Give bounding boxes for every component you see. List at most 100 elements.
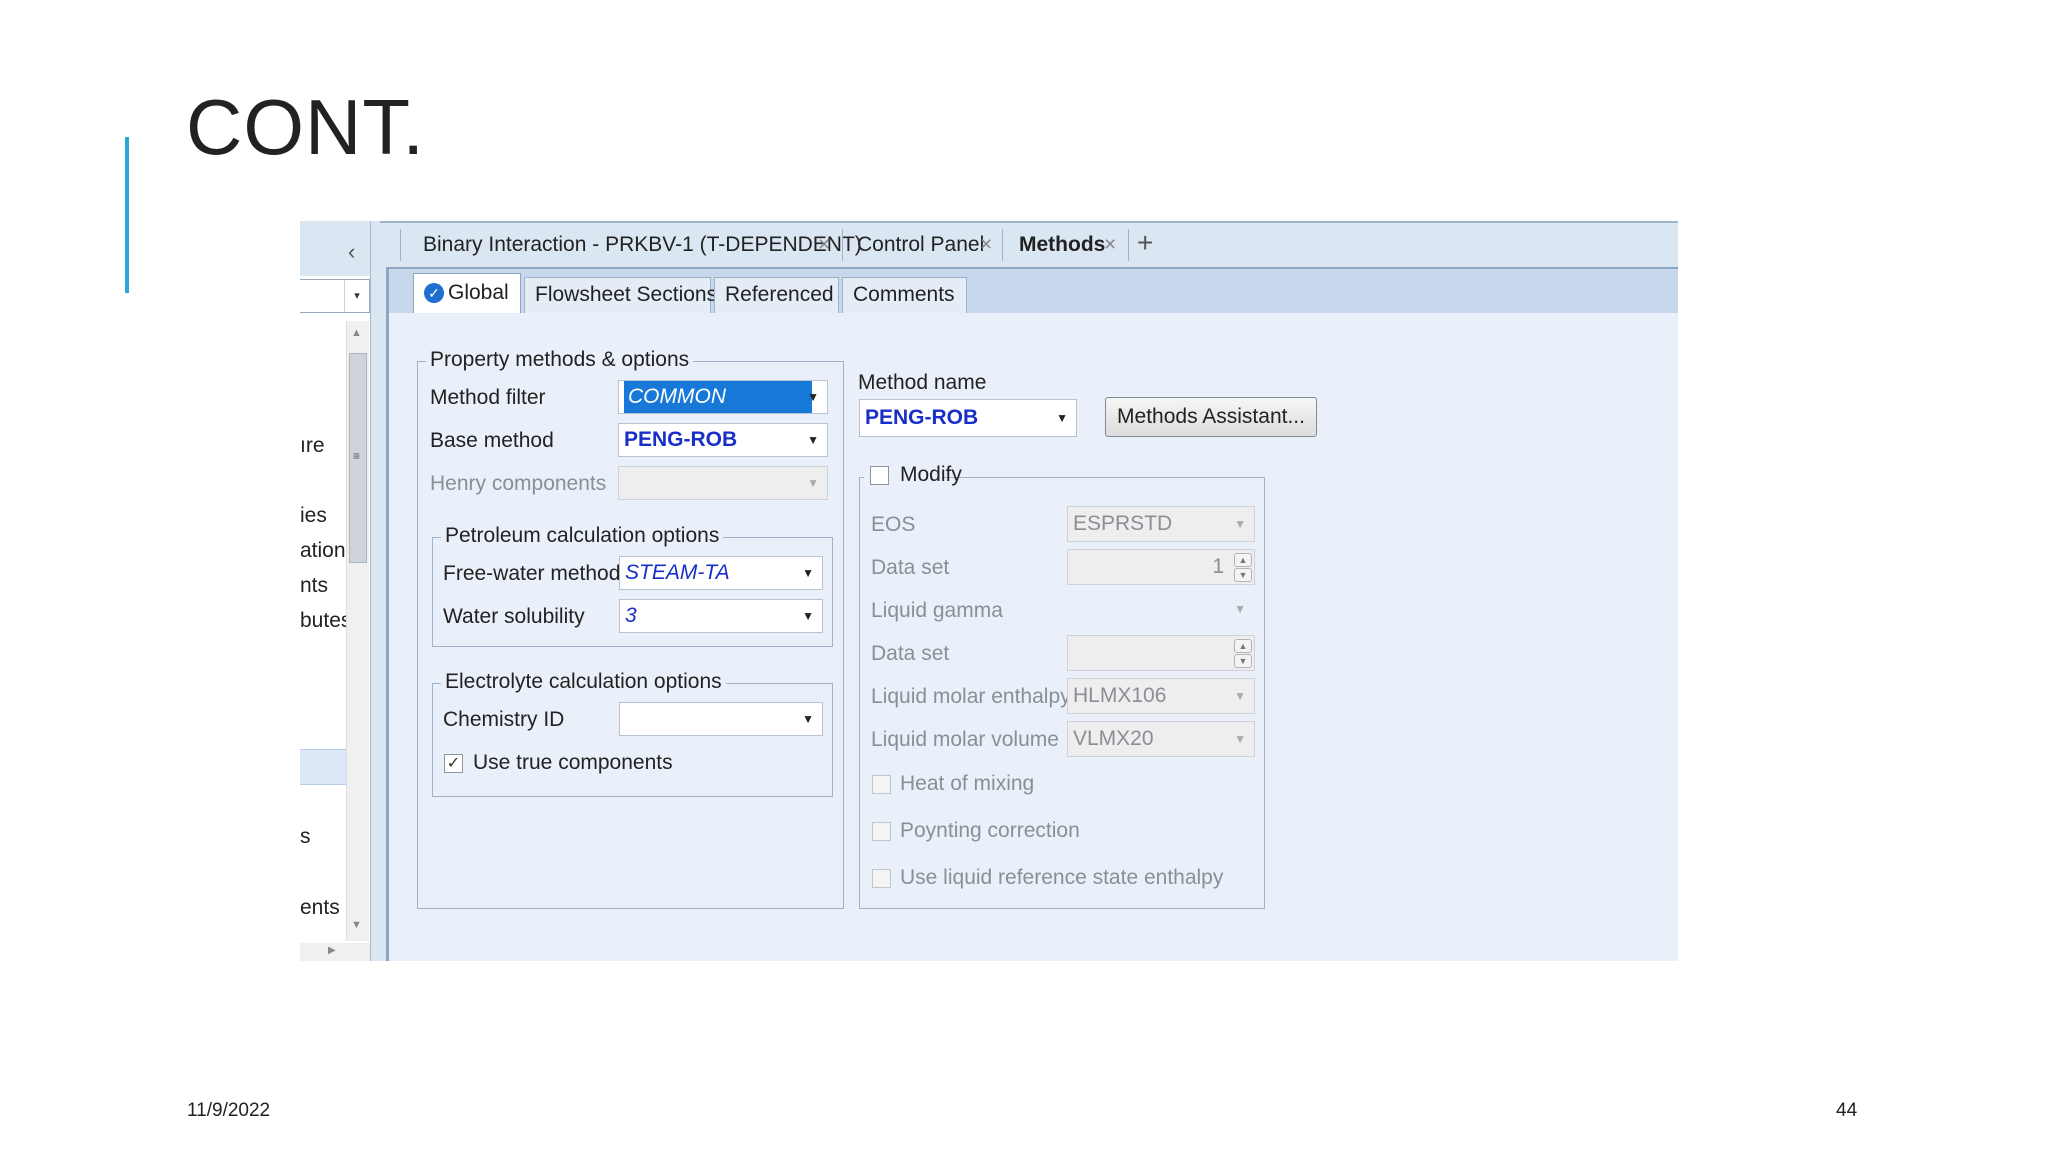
grip-icon: ≡ <box>353 449 361 463</box>
heat-of-mixing-label: Heat of mixing <box>900 772 1035 795</box>
tab-divider <box>1002 229 1003 261</box>
tab-control-panel[interactable]: Control Panel <box>857 233 984 257</box>
spin-up-icon: ▲ <box>1234 553 1252 567</box>
method-filter-value: COMMON <box>624 381 812 413</box>
scroll-up-icon[interactable]: ▲ <box>351 327 362 339</box>
group-title: Petroleum calculation options <box>441 524 724 548</box>
method-name-select[interactable]: PENG-ROB ▼ <box>859 399 1077 437</box>
tab-global-label: Global <box>448 281 509 304</box>
tab-flowsheet-sections[interactable]: Flowsheet Sections <box>524 277 717 313</box>
liquid-reference-label: Use liquid reference state enthalpy <box>900 866 1224 889</box>
nav-item[interactable]: ents <box>300 896 346 920</box>
methods-assistant-button[interactable]: Methods Assistant... <box>1105 397 1317 437</box>
poynting-correction-label: Poynting correction <box>900 819 1080 842</box>
water-solubility-label: Water solubility <box>443 605 585 628</box>
data-set-spinner: 1 ▲ ▼ <box>1067 549 1255 585</box>
free-water-label: Free-water method <box>443 562 621 585</box>
nav-combo[interactable]: ▾ <box>300 279 370 313</box>
nav-selected-item[interactable] <box>300 749 346 785</box>
chevron-down-icon[interactable]: ▾ <box>344 280 369 312</box>
nav-hscrollbar[interactable]: ▶ <box>300 943 370 961</box>
chevron-down-icon: ▼ <box>1234 689 1246 703</box>
add-tab-icon[interactable]: + <box>1137 227 1153 259</box>
data-set-2-spinner: ▲ ▼ <box>1067 635 1255 671</box>
chemistry-id-label: Chemistry ID <box>443 708 565 731</box>
tab-binary-interaction[interactable]: Binary Interaction - PRKBV-1 (T-DEPENDEN… <box>423 233 862 257</box>
henry-components-select: ▼ <box>618 466 828 500</box>
method-filter-select[interactable]: COMMON ▼ <box>618 380 828 414</box>
pane-splitter[interactable] <box>370 221 381 961</box>
nav-item[interactable]: s <box>300 825 346 849</box>
spin-up-icon: ▲ <box>1234 639 1252 653</box>
base-method-value: PENG-ROB <box>624 428 738 451</box>
data-set-label: Data set <box>871 556 950 579</box>
henry-components-label: Henry components <box>430 472 607 495</box>
scroll-down-icon[interactable]: ▼ <box>351 919 362 931</box>
chevron-down-icon[interactable]: ▼ <box>1056 400 1068 436</box>
spin-down-icon: ▼ <box>1234 654 1252 668</box>
water-solubility-select[interactable]: 3 ▼ <box>619 599 823 633</box>
spin-down-icon: ▼ <box>1234 568 1252 582</box>
close-icon[interactable]: × <box>818 233 830 257</box>
chevron-down-icon[interactable]: ▼ <box>807 381 819 413</box>
modify-group: Modify EOS ESPRSTD ▼ Data set 1 ▲ ▼ Liqu… <box>859 462 1265 909</box>
chevron-left-icon[interactable]: ‹ <box>348 239 355 265</box>
method-name-label: Method name <box>858 371 987 394</box>
document-tab-bar: Binary Interaction - PRKBV-1 (T-DEPENDEN… <box>380 221 1678 269</box>
tab-divider <box>400 229 401 261</box>
free-water-select[interactable]: STEAM-TA ▼ <box>619 556 823 590</box>
tab-referenced[interactable]: Referenced <box>714 277 839 313</box>
tab-divider <box>1128 229 1129 261</box>
tab-global[interactable]: ✓ Global <box>413 273 521 313</box>
chevron-down-icon[interactable]: ▼ <box>807 424 819 456</box>
liquid-gamma-label: Liquid gamma <box>871 599 1003 622</box>
use-true-components-label: Use true components <box>473 751 673 774</box>
chevron-down-icon[interactable]: ▼ <box>802 600 814 632</box>
chemistry-id-select[interactable]: ▼ <box>619 702 823 736</box>
nav-item[interactable]: ies <box>300 504 346 528</box>
close-icon[interactable]: × <box>1104 233 1116 257</box>
modify-label: Modify <box>900 463 962 486</box>
nav-item[interactable]: ıre <box>300 434 346 458</box>
tab-methods[interactable]: Methods <box>1019 233 1105 257</box>
poynting-correction-checkbox <box>872 822 891 841</box>
close-icon[interactable]: × <box>980 233 992 257</box>
liquid-reference-checkbox <box>872 869 891 888</box>
property-methods-group: Property methods & options Method filter… <box>417 348 844 909</box>
method-name-value: PENG-ROB <box>865 406 979 429</box>
aspen-methods-screenshot: ‹ ▾ ıre ies ation nts butes s ents ▲ ≡ ▼… <box>300 221 1678 961</box>
group-title: Property methods & options <box>426 348 694 372</box>
chevron-down-icon[interactable]: ▼ <box>802 703 814 735</box>
liquid-molar-volume-value: VLMX20 <box>1073 727 1154 750</box>
accent-bar <box>125 137 129 293</box>
liquid-molar-enthalpy-label: Liquid molar enthalpy <box>871 685 1071 708</box>
use-true-components-checkbox[interactable]: ✓ <box>444 754 463 773</box>
nav-item[interactable]: nts <box>300 574 346 598</box>
scroll-right-icon[interactable]: ▶ <box>328 945 336 956</box>
nav-header <box>300 221 370 276</box>
eos-value: ESPRSTD <box>1073 512 1173 535</box>
data-set-2-label: Data set <box>871 642 950 665</box>
sub-tab-bar: ✓ Global Flowsheet Sections Referenced Co… <box>389 269 1678 313</box>
slide-title: CONT. <box>186 83 425 171</box>
scroll-thumb[interactable]: ≡ <box>349 353 367 563</box>
nav-scrollbar[interactable]: ▲ ≡ ▼ <box>346 321 369 941</box>
modify-checkbox[interactable] <box>870 466 889 485</box>
tab-comments[interactable]: Comments <box>842 277 967 313</box>
group-title: Electrolyte calculation options <box>441 670 726 694</box>
free-water-value: STEAM-TA <box>625 561 730 584</box>
nav-item[interactable]: ation <box>300 539 346 563</box>
chevron-down-icon: ▼ <box>1234 732 1246 746</box>
method-filter-label: Method filter <box>430 386 546 409</box>
base-method-select[interactable]: PENG-ROB ▼ <box>618 423 828 457</box>
nav-item[interactable]: butes <box>300 609 346 633</box>
chevron-down-icon: ▼ <box>1234 602 1246 616</box>
chevron-down-icon: ▼ <box>807 476 819 490</box>
liquid-molar-volume-label: Liquid molar volume <box>871 728 1059 751</box>
electrolyte-options-group: Electrolyte calculation options Chemistr… <box>432 670 833 797</box>
eos-label: EOS <box>871 513 916 536</box>
slide-page-number: 44 <box>1836 1100 1858 1121</box>
liquid-molar-volume-select: VLMX20 ▼ <box>1067 721 1255 757</box>
liquid-molar-enthalpy-value: HLMX106 <box>1073 684 1167 707</box>
chevron-down-icon[interactable]: ▼ <box>802 557 814 589</box>
